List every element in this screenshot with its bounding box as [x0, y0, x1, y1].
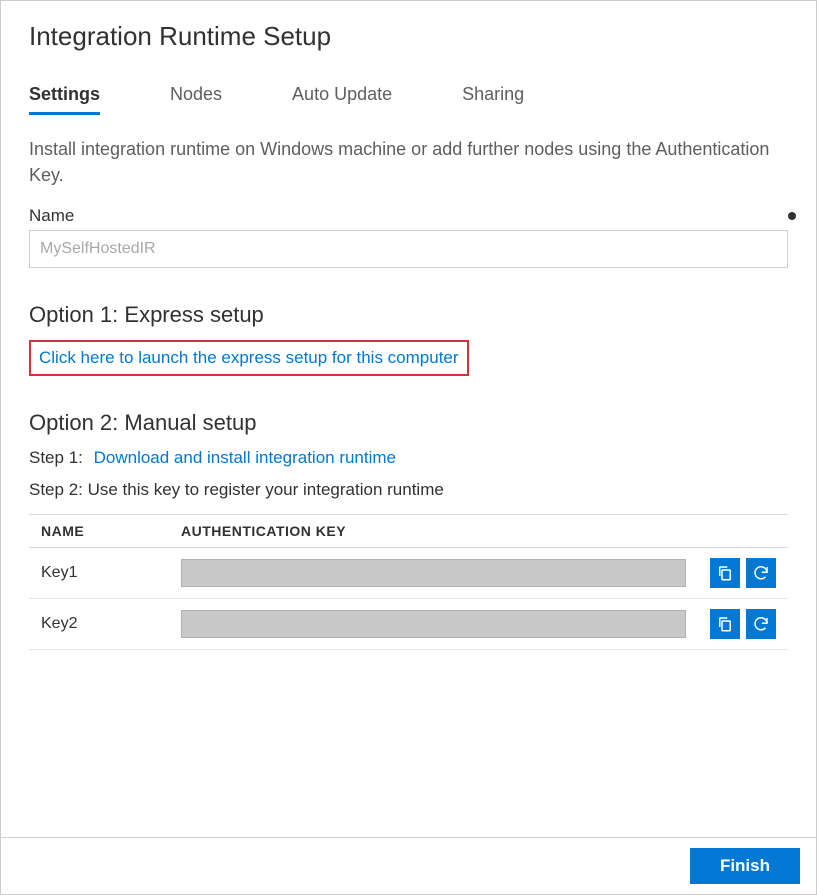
tab-settings[interactable]: Settings	[29, 76, 100, 113]
key1-value[interactable]	[181, 559, 686, 587]
tab-sharing[interactable]: Sharing	[462, 76, 524, 113]
key2-value[interactable]	[181, 610, 686, 638]
table-row: Key1	[29, 548, 788, 599]
tab-auto-update[interactable]: Auto Update	[292, 76, 392, 113]
name-input[interactable]	[29, 230, 788, 268]
col-name: NAME	[29, 515, 169, 548]
table-row: Key2	[29, 599, 788, 650]
step2-line: Step 2: Use this key to register your in…	[29, 480, 788, 500]
step1-prefix: Step 1:	[29, 448, 83, 467]
copy-icon[interactable]	[710, 609, 740, 639]
key1-name: Key1	[29, 548, 169, 599]
express-setup-link[interactable]: Click here to launch the express setup f…	[39, 348, 459, 367]
tab-bar: Settings Nodes Auto Update Sharing	[29, 76, 788, 114]
download-runtime-link[interactable]: Download and install integration runtime	[94, 448, 396, 467]
refresh-icon[interactable]	[746, 558, 776, 588]
option2-header: Option 2: Manual setup	[29, 410, 788, 436]
copy-icon[interactable]	[710, 558, 740, 588]
option1-header: Option 1: Express setup	[29, 302, 788, 328]
info-icon[interactable]	[788, 212, 796, 220]
instruction-text: Install integration runtime on Windows m…	[29, 136, 788, 188]
auth-key-table: NAME AUTHENTICATION KEY Key1	[29, 514, 788, 650]
name-label: Name	[29, 206, 74, 226]
page-title: Integration Runtime Setup	[29, 21, 788, 52]
refresh-icon[interactable]	[746, 609, 776, 639]
tab-nodes[interactable]: Nodes	[170, 76, 222, 113]
finish-button[interactable]: Finish	[690, 848, 800, 884]
footer: Finish	[1, 837, 816, 894]
key2-name: Key2	[29, 599, 169, 650]
col-auth-key: AUTHENTICATION KEY	[169, 515, 698, 548]
express-setup-highlight: Click here to launch the express setup f…	[29, 340, 469, 376]
step1-line: Step 1: Download and install integration…	[29, 448, 788, 468]
